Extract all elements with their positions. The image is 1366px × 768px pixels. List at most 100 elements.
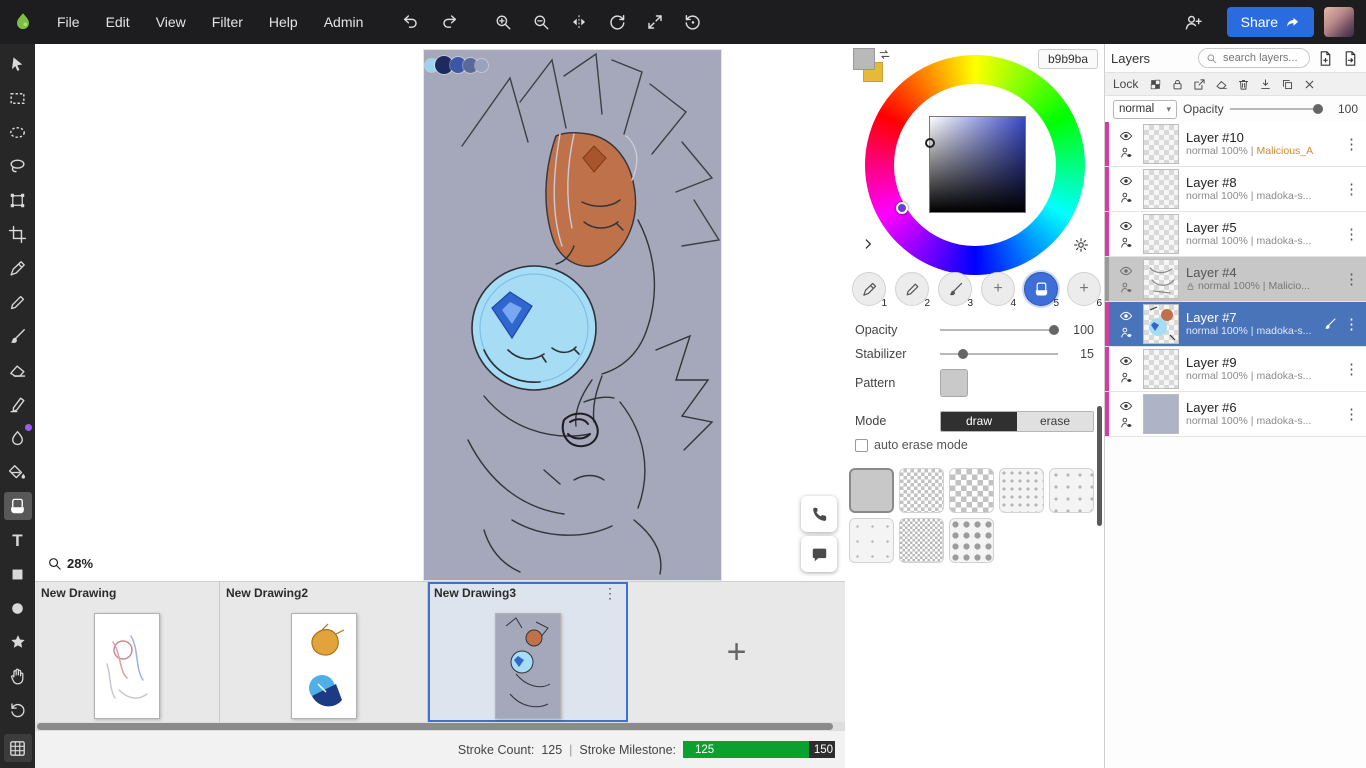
tab-thumbnail[interactable] [290,613,357,719]
stabilizer-slider-knob[interactable] [957,349,968,359]
lock-pixels-icon[interactable] [1171,78,1184,91]
saturation-value-cursor[interactable] [925,138,935,148]
pattern-option-checker[interactable] [949,468,994,513]
timeline-button[interactable] [3,734,32,762]
undo-button[interactable] [396,7,426,37]
layer-visibility-icon[interactable] [1119,399,1133,413]
lasso-tool[interactable] [4,152,32,180]
layer-visibility-icon[interactable] [1119,354,1133,368]
layer-visibility-icon[interactable] [1119,309,1133,323]
pattern-option-weave[interactable] [899,518,944,563]
layer-row-10[interactable]: Layer #10 normal 100% | Malicious_A ⋮ [1105,122,1366,167]
chat-button[interactable] [801,536,837,572]
layer-row-9[interactable]: Layer #9 normal 100% | madoka-s... ⋮ [1105,347,1366,392]
layer-row-7[interactable]: Layer #7 normal 100% | madoka-s... ⋮ [1105,302,1366,347]
add-drawing-button[interactable]: + [628,582,845,722]
tab-thumbnail[interactable] [494,613,561,719]
layer-menu-button[interactable]: ⋮ [1337,180,1366,198]
erase-mode-button[interactable]: erase [1017,411,1093,431]
tab-new-drawing2[interactable]: New Drawing2 [220,582,428,722]
text-tool[interactable]: T [4,526,32,554]
layer-menu-button[interactable]: ⋮ [1337,315,1366,333]
lock-transparency-icon[interactable] [1149,78,1162,91]
primary-color-swatch[interactable] [853,48,875,70]
zoom-in-button[interactable] [488,7,518,37]
layer-menu-button[interactable]: ⋮ [1337,360,1366,378]
menu-filter[interactable]: Filter [199,0,256,44]
drawing-canvas[interactable] [424,50,721,580]
layer-row-6[interactable]: Layer #6 normal 100% | madoka-s... ⋮ [1105,392,1366,437]
crop-tool[interactable] [4,220,32,248]
marker-tool[interactable] [4,390,32,418]
pattern-swatch-button[interactable] [940,369,968,397]
stabilizer-slider[interactable] [940,348,1058,360]
merge-down-icon[interactable] [1259,78,1272,91]
layer-menu-button[interactable]: ⋮ [1337,270,1366,288]
layer-opacity-slider[interactable] [1229,103,1323,115]
layer-visibility-icon[interactable] [1119,219,1133,233]
lock-move-icon[interactable] [1193,78,1206,91]
hue-cursor[interactable] [896,202,908,214]
cut-layer-icon[interactable] [1303,78,1316,91]
pattern-option-checker-fine[interactable] [899,468,944,513]
layer-others-visibility-icon[interactable] [1120,191,1133,204]
panel-vertical-scrollbar[interactable] [1097,406,1102,526]
pattern-brush-tool[interactable] [3,492,32,520]
layer-menu-button[interactable]: ⋮ [1337,405,1366,423]
brush-slot-2[interactable]: 2 [895,272,930,309]
menu-edit[interactable]: Edit [93,0,143,44]
opacity-slider[interactable] [940,324,1059,336]
tabs-horizontal-scrollbar[interactable] [35,722,845,731]
pattern-option-dots-dense[interactable] [999,468,1044,513]
pattern-option-dots[interactable] [1049,468,1094,513]
tab-new-drawing[interactable]: New Drawing [35,582,220,722]
layer-others-visibility-icon[interactable] [1120,416,1133,429]
brush-slot-3[interactable]: 3 [938,272,973,309]
layer-row-8[interactable]: Layer #8 normal 100% | madoka-s... ⋮ [1105,167,1366,212]
brush-slot-5[interactable]: 5 [1024,272,1059,309]
transform-tool[interactable] [4,186,32,214]
brush-slot-1[interactable]: 1 [852,272,887,309]
canvas-viewport[interactable]: 28% [35,44,845,581]
layer-others-visibility-icon[interactable] [1120,326,1133,339]
layer-thumbnail[interactable] [1143,394,1179,434]
redo-button[interactable] [434,7,464,37]
brush-tool[interactable] [4,322,32,350]
layer-others-visibility-icon[interactable] [1120,146,1133,159]
reset-view-button[interactable] [678,7,708,37]
clear-layer-icon[interactable] [1215,78,1228,91]
layer-thumbnail[interactable] [1143,214,1179,254]
layer-search-box[interactable] [1198,48,1310,68]
layer-row-4[interactable]: Layer #4 normal 100% | Malicio... ⋮ [1105,257,1366,302]
layer-thumbnail[interactable] [1143,169,1179,209]
scrollbar-thumb[interactable] [37,723,833,730]
ellipse-shape-tool[interactable] [4,594,32,622]
draw-mode-button[interactable]: draw [941,411,1017,431]
move-tool[interactable] [4,50,32,78]
layer-thumbnail[interactable] [1143,349,1179,389]
mirror-view-button[interactable] [564,7,594,37]
smudge-tool[interactable] [4,424,32,452]
add-layer-button[interactable] [1315,48,1335,68]
user-avatar[interactable] [1324,7,1354,37]
layer-visibility-icon[interactable] [1119,174,1133,188]
pen-tool[interactable] [4,254,32,282]
layer-thumbnail[interactable] [1143,124,1179,164]
eraser-tool[interactable] [4,356,32,384]
import-layer-button[interactable] [1340,48,1360,68]
layer-others-visibility-icon[interactable] [1120,236,1133,249]
duplicate-layer-icon[interactable] [1281,78,1294,91]
layer-search-input[interactable] [1221,51,1301,65]
menu-help[interactable]: Help [256,0,311,44]
layer-visibility-icon[interactable] [1119,264,1133,278]
share-button[interactable]: Share [1226,7,1314,37]
rotate-view-button[interactable] [602,7,632,37]
layer-opacity-knob[interactable] [1312,104,1323,114]
layer-thumbnail[interactable] [1143,304,1179,344]
history-tool[interactable] [4,696,32,724]
layer-menu-button[interactable]: ⋮ [1337,225,1366,243]
layer-row-5[interactable]: Layer #5 normal 100% | madoka-s... ⋮ [1105,212,1366,257]
zoom-out-button[interactable] [526,7,556,37]
opacity-slider-knob[interactable] [1049,325,1059,335]
brush-slot-6[interactable]: +6 [1067,272,1102,309]
